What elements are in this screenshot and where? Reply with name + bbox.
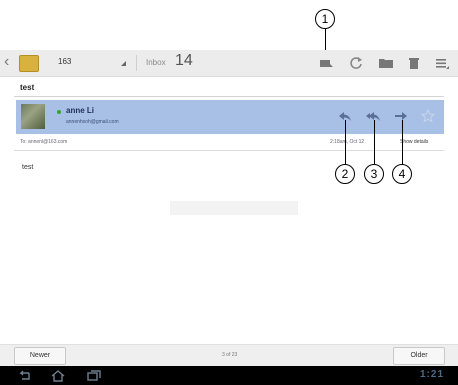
divider <box>14 150 444 151</box>
older-button[interactable]: Older <box>393 347 445 365</box>
divider <box>136 55 137 71</box>
action-bar: ‹ 163 Inbox 14 <box>0 50 458 77</box>
message-body: test <box>22 164 34 171</box>
message-position: 3 of 23 <box>222 352 238 358</box>
show-details-link[interactable]: Show details <box>400 139 428 145</box>
home-icon[interactable] <box>50 369 66 382</box>
delete-icon[interactable] <box>406 55 422 71</box>
forward-icon[interactable] <box>394 109 408 123</box>
callout-1: 1 <box>315 9 335 29</box>
mark-unread-icon[interactable] <box>318 55 334 71</box>
message-subject: test <box>20 83 35 92</box>
sender-email: annenhsoh@gmail.com <box>66 119 119 125</box>
callout-3: 3 <box>364 164 384 184</box>
account-selector[interactable]: 163 <box>58 57 71 66</box>
toast-placeholder <box>170 201 298 215</box>
sender-name: anne Li <box>66 106 95 115</box>
email-app-icon[interactable] <box>19 55 39 72</box>
folder-label: Inbox <box>146 58 166 67</box>
system-bar: 1:21 <box>0 366 458 385</box>
callout-4: 4 <box>392 164 412 184</box>
back-chevron-icon[interactable]: ‹ <box>4 53 9 71</box>
account-dropdown-icon[interactable] <box>121 61 126 66</box>
callout-2-leader <box>345 120 346 164</box>
menu-icon[interactable] <box>434 55 450 71</box>
divider <box>14 96 444 97</box>
callout-3-leader <box>374 120 375 164</box>
message-navigation-bar: Newer 3 of 23 Older <box>0 344 458 366</box>
online-status-icon <box>57 110 61 114</box>
sender-header[interactable]: anne Li annenhsoh@gmail.com <box>16 100 444 134</box>
status-clock: 1:21 <box>420 369 445 380</box>
callout-2: 2 <box>335 164 355 184</box>
recipient-line: To: annenl@163.com <box>20 139 68 145</box>
message-date: 2:18am, Oct 12 <box>330 139 365 145</box>
recent-apps-icon[interactable] <box>86 369 102 382</box>
back-icon[interactable] <box>16 369 32 382</box>
avatar[interactable] <box>21 104 45 129</box>
refresh-icon[interactable] <box>348 55 364 71</box>
reply-all-icon[interactable] <box>366 109 380 123</box>
move-to-folder-icon[interactable] <box>378 55 394 71</box>
folder-unread-count: 14 <box>175 52 193 69</box>
callout-4-leader <box>402 120 403 164</box>
newer-button[interactable]: Newer <box>14 347 66 365</box>
star-icon[interactable] <box>421 109 435 123</box>
